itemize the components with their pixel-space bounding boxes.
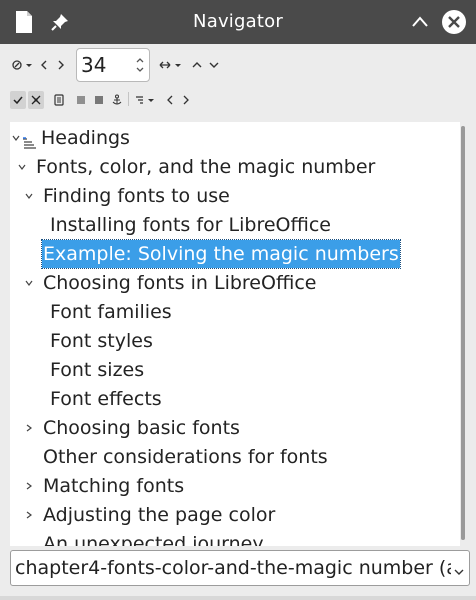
tree-item[interactable]: Font styles (10, 327, 460, 355)
promote-level-icon[interactable] (190, 55, 204, 75)
toolbar-separator (128, 92, 129, 106)
tree-item-label: Choosing basic fonts (43, 417, 240, 439)
toggle-icon[interactable] (28, 91, 44, 109)
headings-icon[interactable] (52, 91, 66, 109)
window-bottom-border (0, 596, 476, 600)
navigator-window: Navigator 34 Headings Fonts, color, and … (0, 0, 476, 600)
navigate-by-icon[interactable] (10, 55, 36, 75)
tree-item-label: Other considerations for fonts (43, 446, 328, 468)
tree-item[interactable]: Font families (10, 298, 460, 326)
chevron-down-icon[interactable] (453, 563, 465, 575)
page-number-input[interactable] (81, 53, 131, 77)
tree-item-label: An unexpected journey (43, 533, 264, 546)
tree-item[interactable]: Installing fonts for LibreOffice (10, 211, 460, 239)
expanded-chevron-icon[interactable] (16, 153, 28, 181)
tree-item-label: Finding fonts to use (43, 185, 230, 207)
collapsed-chevron-icon[interactable] (23, 501, 35, 529)
content-tree[interactable]: Headings Fonts, color, and the magic num… (10, 122, 460, 546)
page-number-spinbox[interactable] (76, 48, 150, 82)
tree-item[interactable]: Adjusting the page color (10, 501, 460, 529)
tree-item-headings[interactable]: Headings (10, 124, 460, 152)
tree-item-label: Font sizes (50, 359, 145, 381)
tree-item[interactable]: An unexpected journey (10, 530, 460, 546)
align-left-icon[interactable] (74, 91, 88, 109)
content-view-icon[interactable] (10, 91, 26, 109)
tree-item[interactable]: Fonts, color, and the magic number (10, 153, 460, 181)
tree-item[interactable]: Choosing fonts in LibreOffice (10, 269, 460, 297)
expanded-chevron-icon[interactable] (23, 269, 35, 297)
document-icon[interactable] (10, 8, 38, 36)
scrollbar-thumb[interactable] (461, 126, 465, 540)
headings-category-icon (22, 131, 38, 149)
tree-item-label: Font styles (50, 330, 153, 352)
collapsed-chevron-icon[interactable] (23, 414, 35, 442)
tree-item[interactable]: Font effects (10, 385, 460, 413)
tree-item-label: Example: Solving the magic numbers (41, 239, 401, 269)
tree-item-label: Headings (41, 127, 130, 149)
anchor-icon[interactable] (110, 91, 124, 109)
tree-scrollbar[interactable] (461, 126, 465, 540)
content-toolbar (0, 88, 476, 114)
tree-item-label: Font effects (50, 388, 162, 410)
chevron-right-icon[interactable] (180, 91, 192, 109)
align-justify-icon[interactable] (92, 91, 106, 109)
expanded-chevron-icon[interactable] (10, 124, 22, 152)
collapsed-chevron-icon[interactable] (23, 472, 35, 500)
navigation-toolbar (0, 44, 476, 86)
tree-item[interactable]: Other considerations for fonts (10, 443, 460, 471)
tree-item[interactable]: Finding fonts to use (10, 182, 460, 210)
tree-item-label: Installing fonts for LibreOffice (50, 214, 331, 236)
tree-item-selected[interactable]: Example: Solving the magic numbers (10, 239, 460, 269)
tree-item-label: Font families (50, 301, 172, 323)
document-select[interactable]: chapter4-fonts-color-and-the-magic numbe… (10, 550, 470, 586)
collapse-up-icon[interactable] (406, 8, 434, 36)
title-bar: Navigator (0, 0, 476, 44)
tree-item-label: Adjusting the page color (43, 504, 276, 526)
next-icon[interactable] (55, 55, 67, 75)
tree-item-label: Matching fonts (43, 475, 185, 497)
tree-item[interactable]: Font sizes (10, 356, 460, 384)
tree-item[interactable]: Choosing basic fonts (10, 414, 460, 442)
drag-mode-icon[interactable] (158, 55, 184, 75)
demote-level-icon[interactable] (207, 55, 221, 75)
chevron-left-icon[interactable] (164, 91, 176, 109)
spin-arrows-icon[interactable] (135, 55, 145, 75)
tree-item-label: Choosing fonts in LibreOffice (43, 272, 317, 294)
outline-level-icon[interactable] (134, 91, 158, 109)
close-icon[interactable] (440, 8, 468, 36)
tree-item[interactable]: Matching fonts (10, 472, 460, 500)
expanded-chevron-icon[interactable] (23, 182, 35, 210)
tree-item-label: Fonts, color, and the magic number (36, 156, 376, 178)
pin-icon[interactable] (46, 8, 74, 36)
document-select-value: chapter4-fonts-color-and-the-magic numbe… (15, 557, 451, 579)
previous-icon[interactable] (38, 55, 50, 75)
